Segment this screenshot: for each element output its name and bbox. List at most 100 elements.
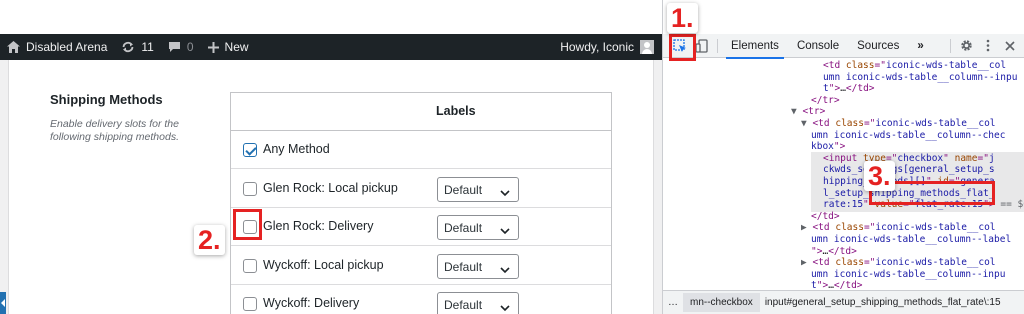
code-token: iconic-wds-table__col [875,257,996,269]
annotation-step-2: 2. [194,225,225,255]
collapse-tab-icon[interactable] [0,292,6,314]
new-content-menu[interactable]: New [201,34,256,60]
dom-line[interactable]: ▶ <td class="iconic-wds-table__col [801,222,996,234]
elements-dom-tree: <td class="iconic-wds-table__col umn icon… [663,58,1024,290]
method-label[interactable]: Wyckoff: Local pickup [263,258,384,272]
devtools-tabbar: Elements Console Sources » [663,34,1024,59]
expand-triangle-icon[interactable]: ▼ [801,118,812,129]
code-token: =" [874,60,886,71]
code-token: iconic-wds-table__col [875,222,996,234]
tab-sources[interactable]: Sources [848,34,908,58]
method-label[interactable]: Glen Rock: Delivery [263,219,373,233]
table-row: Wyckoff: Local pickup Default [231,247,611,285]
dom-line[interactable]: ▼ <tr> [791,106,825,118]
method-checkbox[interactable] [243,297,257,311]
code-token: "> [811,245,823,257]
kebab-menu-icon[interactable] [977,35,999,57]
section-title: Shipping Methods [50,92,163,107]
code-token: j [988,152,995,164]
code-token: <td [812,257,836,269]
dom-line[interactable]: kbox"> [811,141,845,153]
more-tabs-button[interactable]: » [908,34,932,58]
code-token: =" [863,257,876,269]
method-label[interactable]: Any Method [263,142,330,156]
method-label[interactable]: Glen Rock: Local pickup [263,181,398,195]
code-token: iconic-wds-table__col [875,118,996,129]
annotation-step-3: 3. [864,161,895,191]
dom-line[interactable]: umn iconic-wds-table__column--label [811,234,1011,246]
breadcrumb-td[interactable]: mn--checkbox [683,293,760,312]
screenshot-root: Disabled Arena 11 0 New Howdy, Iconic Sh… [0,0,1024,314]
code-token: umn iconic-wds-table__column--chec [811,129,1006,141]
table-row: Any Method [231,131,611,169]
howdy-text: Howdy, Iconic [560,40,634,54]
label-select[interactable]: Default [437,253,519,279]
dom-line[interactable]: umn iconic-wds-table__column--chec [811,130,1005,142]
code-token: checkbox [897,152,944,164]
breadcrumb-ellipsis[interactable]: … [663,297,683,308]
dom-line[interactable]: </tr> [811,95,840,107]
wordpress-admin: Disabled Arena 11 0 New Howdy, Iconic Sh… [0,0,662,314]
dom-line[interactable]: ">…</td> [811,246,857,258]
dom-line[interactable]: ▶ <td class="iconic-wds-table__col [801,257,996,269]
site-name: Disabled Arena [26,40,108,54]
dom-line[interactable]: ▼ <td class="iconic-wds-table__col [801,118,996,130]
devtools-top-strip [663,0,1024,34]
code-token: umn iconic-wds-table__column--label [811,234,1012,245]
label-select[interactable]: Default [437,292,519,314]
code-token: class [835,118,864,129]
breadcrumb-input[interactable]: input#general_setup_shipping_methods_fla… [760,297,1006,308]
annotation-box-checkbox [233,209,262,240]
code-token: <td [823,60,846,71]
close-icon[interactable] [999,35,1021,57]
site-menu[interactable]: Disabled Arena [0,34,114,60]
label-select[interactable]: Default [437,215,519,240]
dom-line[interactable]: t">…</td> [823,83,875,95]
new-label: New [224,40,249,54]
admin-bar: Disabled Arena 11 0 New Howdy, Iconic [0,34,662,60]
method-checkbox[interactable] [243,143,257,157]
browser-top-strip [0,0,662,34]
code-token: =" [977,152,989,164]
code-token: </td> [845,83,875,95]
dom-line[interactable]: umn iconic-wds-table__column--inpu [823,72,1017,84]
dom-line[interactable]: <input type="checkbox" name="j [823,153,995,165]
dom-line[interactable]: umn iconic-wds-table__column--inpu [811,269,1005,281]
method-checkbox[interactable] [243,258,257,273]
method-label[interactable]: Wyckoff: Delivery [263,296,359,310]
dom-line[interactable]: ckwds_settings[general_setup_s [823,164,995,176]
dom-line[interactable]: </td> [811,211,840,223]
code-token: class [835,222,864,234]
my-account-menu[interactable]: Howdy, Iconic [553,34,662,60]
dom-line[interactable]: <td class="iconic-wds-table__col [823,60,1006,72]
code-token: "> [816,280,829,290]
label-select-value: Default [444,182,483,197]
code-token: <input [823,152,864,164]
method-checkbox[interactable] [243,181,257,196]
selected-marker: == $0 [1000,199,1024,211]
code-token: "> [833,141,846,153]
dom-breadcrumbs: … mn--checkbox input#general_setup_shipp… [663,290,1024,314]
collapse-triangle-icon[interactable]: ▶ [801,257,812,268]
label-select[interactable]: Default [437,176,519,202]
updates-menu[interactable]: 11 [114,34,160,60]
code-token: rate:15 [823,199,864,211]
divider [950,38,951,53]
collapse-triangle-icon[interactable]: ▶ [801,222,812,233]
tab-elements[interactable]: Elements [722,34,788,59]
devtools-panel: Elements Console Sources » <td class="ic… [662,0,1024,314]
code-token: </td> [811,210,840,222]
divider [717,38,718,53]
dom-line[interactable]: t">…</td> [811,280,863,290]
settings-gear-icon[interactable] [955,35,977,57]
section-description: Enable delivery slots for the following … [50,118,179,143]
expand-triangle-icon[interactable]: ▼ [791,106,802,117]
table-header: Labels [231,93,611,131]
tab-console[interactable]: Console [788,34,848,58]
code-token: <tr> [802,106,826,118]
comments-menu[interactable]: 0 [161,34,201,60]
plus-icon [207,41,219,53]
code-token: kbox [811,141,834,153]
home-icon [7,41,20,53]
chevron-down-icon [500,224,510,238]
